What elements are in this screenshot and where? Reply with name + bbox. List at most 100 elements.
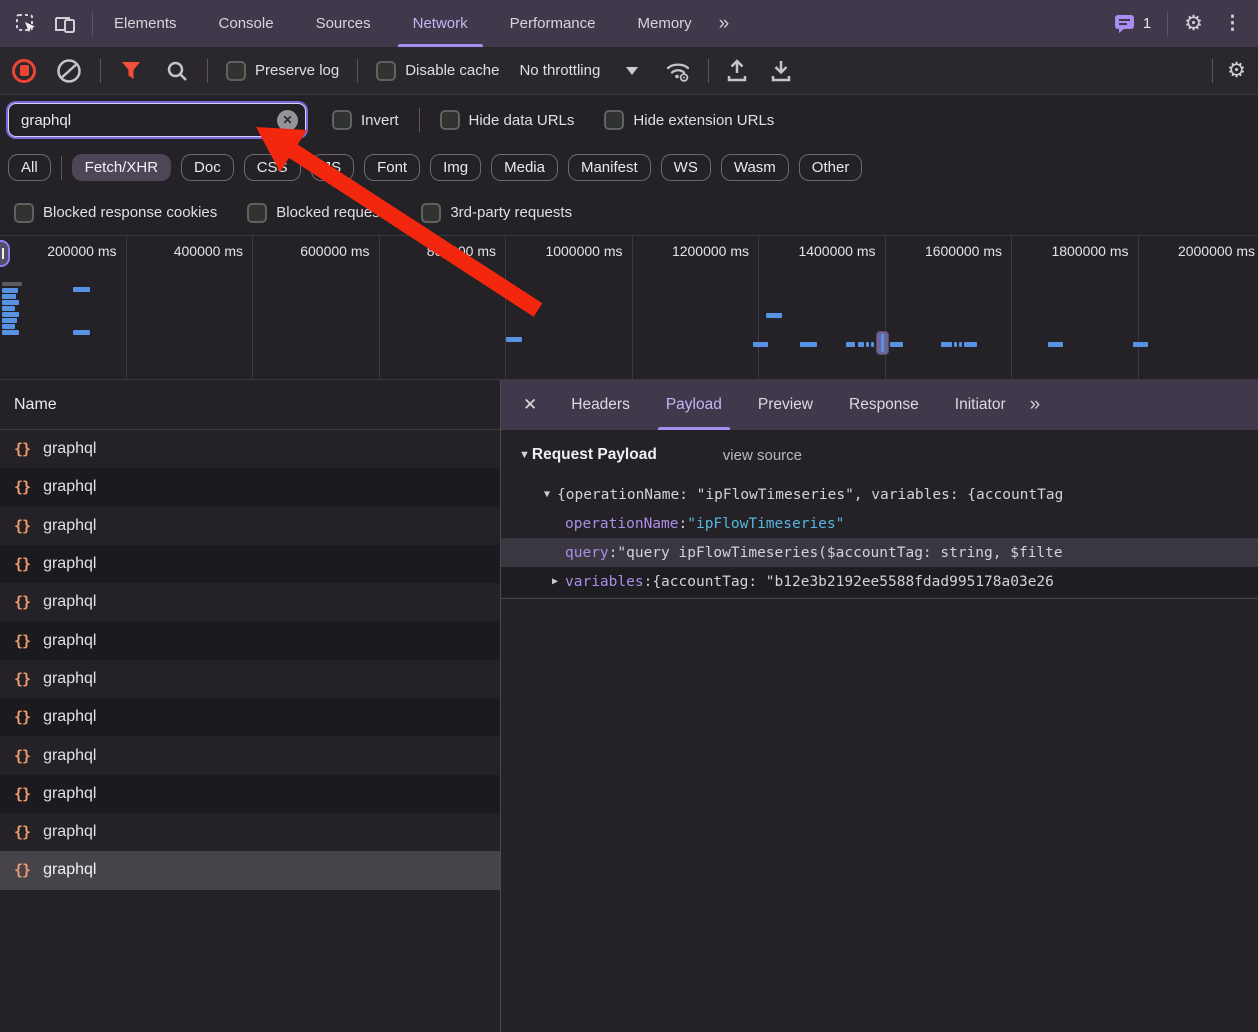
clear-network-log-icon[interactable]: [56, 58, 82, 84]
request-row[interactable]: {}graphql: [0, 736, 500, 774]
type-filter-img[interactable]: Img: [430, 154, 481, 181]
collapsed-triangle-icon[interactable]: ▶: [545, 576, 565, 587]
request-row[interactable]: {}graphql: [0, 660, 500, 698]
type-filter-css[interactable]: CSS: [244, 154, 301, 181]
issues-indicator[interactable]: 1: [1114, 14, 1151, 34]
hide-data-urls-checkbox[interactable]: Hide data URLs: [440, 110, 575, 130]
request-timeline-bar: [866, 342, 869, 347]
preserve-log-checkbox[interactable]: Preserve log: [226, 61, 339, 81]
disable-cache-checkbox[interactable]: Disable cache: [376, 61, 499, 81]
view-source-link[interactable]: view source: [723, 447, 802, 464]
close-detail-icon[interactable]: ✕: [501, 380, 553, 430]
payload-tree-row[interactable]: ▶variables: {accountTag: "b12e3b2192ee55…: [501, 567, 1258, 596]
request-name: graphql: [43, 785, 96, 803]
type-filter-wasm[interactable]: Wasm: [721, 154, 789, 181]
tab-network[interactable]: Network: [392, 0, 489, 47]
network-overview-timeline[interactable]: 200000 ms400000 ms600000 ms800000 ms1000…: [0, 235, 1258, 380]
request-row[interactable]: {}graphql: [0, 775, 500, 813]
blocked-requests-label: Blocked requests: [276, 204, 391, 221]
toggle-device-toolbar-icon[interactable]: [52, 12, 78, 36]
fetch-xhr-icon: {}: [14, 517, 30, 535]
request-row[interactable]: {}graphql: [0, 545, 500, 583]
request-row[interactable]: {}graphql: [0, 621, 500, 659]
network-settings-gear-icon[interactable]: ⚙: [1227, 60, 1246, 81]
more-tabs-icon[interactable]: »: [713, 13, 734, 35]
network-filter-row: ✕ Invert Hide data URLs Hide extension U…: [0, 95, 1258, 145]
tab-performance[interactable]: Performance: [489, 0, 617, 47]
detail-tab-initiator[interactable]: Initiator: [937, 380, 1024, 430]
type-filter-js[interactable]: JS: [311, 154, 355, 181]
payload-tree-row[interactable]: ▼{operationName: "ipFlowTimeseries", var…: [501, 480, 1258, 509]
chevron-down-icon: [626, 67, 638, 75]
third-party-requests-checkbox[interactable]: 3rd-party requests: [421, 203, 572, 223]
divider: [419, 108, 420, 132]
settings-gear-icon[interactable]: ⚙: [1184, 13, 1203, 34]
request-row[interactable]: {}graphql: [0, 583, 500, 621]
request-row[interactable]: {}graphql: [0, 698, 500, 736]
issue-count: 1: [1143, 15, 1151, 32]
hide-extension-urls-checkbox[interactable]: Hide extension URLs: [604, 110, 774, 130]
tab-elements[interactable]: Elements: [93, 0, 198, 47]
type-filter-font[interactable]: Font: [364, 154, 420, 181]
payload-tree-row[interactable]: operationName: "ipFlowTimeseries": [501, 509, 1258, 538]
detail-overflow-tabs-icon[interactable]: »: [1024, 394, 1045, 416]
export-har-icon[interactable]: [769, 58, 793, 84]
detail-tab-headers[interactable]: Headers: [553, 380, 648, 430]
payload-panel: ▼ Request Payload view source ▼{operatio…: [501, 430, 1258, 1032]
inspect-element-icon[interactable]: [14, 12, 38, 36]
filter-funnel-icon[interactable]: [119, 60, 143, 82]
devtools-window: ElementsConsoleSourcesNetworkPerformance…: [0, 0, 1258, 1032]
request-timeline-bar: [2, 300, 19, 305]
tab-console[interactable]: Console: [198, 0, 295, 47]
fetch-xhr-icon: {}: [14, 555, 30, 573]
disable-cache-label: Disable cache: [405, 62, 499, 79]
expanded-triangle-icon[interactable]: ▼: [537, 489, 557, 500]
payload-tree-row[interactable]: query: "query ipFlowTimeseries($accountT…: [501, 538, 1258, 567]
request-detail-pane: ✕ HeadersPayloadPreviewResponseInitiator…: [501, 380, 1258, 1032]
type-filter-other[interactable]: Other: [799, 154, 863, 181]
request-row[interactable]: {}graphql: [0, 507, 500, 545]
fetch-xhr-icon: {}: [14, 478, 30, 496]
divider: [708, 59, 709, 83]
request-timeline-bar: [1048, 342, 1063, 347]
request-timeline-bar: [959, 342, 962, 347]
network-conditions-icon[interactable]: [664, 59, 692, 83]
blocked-requests-checkbox[interactable]: Blocked requests: [247, 203, 391, 223]
divider: [207, 59, 208, 83]
payload-segment-key: query: [565, 545, 609, 561]
type-filter-ws[interactable]: WS: [661, 154, 711, 181]
request-timeline-bar: [2, 318, 17, 323]
request-row[interactable]: {}graphql: [0, 813, 500, 851]
invert-checkbox[interactable]: Invert: [332, 110, 399, 130]
request-row[interactable]: {}graphql: [0, 468, 500, 506]
more-options-kebab-icon[interactable]: ⋮: [1219, 12, 1246, 35]
request-timeline-bar: [890, 342, 903, 347]
payload-segment-key: variables: [565, 574, 644, 590]
throttling-select[interactable]: No throttling: [519, 62, 638, 79]
tab-memory[interactable]: Memory: [617, 0, 713, 47]
type-filter-fetchxhr[interactable]: Fetch/XHR: [72, 154, 171, 181]
tab-sources[interactable]: Sources: [295, 0, 392, 47]
fetch-xhr-icon: {}: [14, 823, 30, 841]
payload-segment-plain: :: [644, 574, 653, 590]
search-icon[interactable]: [165, 59, 189, 83]
detail-tab-preview[interactable]: Preview: [740, 380, 831, 430]
request-row[interactable]: {}graphql: [0, 430, 500, 468]
filter-input[interactable]: [9, 112, 305, 129]
import-har-icon[interactable]: [725, 58, 749, 84]
clear-filter-icon[interactable]: ✕: [277, 110, 298, 131]
record-network-log-button[interactable]: [12, 59, 36, 83]
type-filter-all[interactable]: All: [8, 154, 51, 181]
name-column-header[interactable]: Name: [0, 380, 500, 430]
request-row[interactable]: {}graphql: [0, 851, 500, 889]
advanced-filter-row: Blocked response cookies Blocked request…: [0, 190, 1258, 235]
type-filter-media[interactable]: Media: [491, 154, 558, 181]
type-filter-manifest[interactable]: Manifest: [568, 154, 651, 181]
request-payload-section[interactable]: ▼ Request Payload: [519, 446, 657, 464]
blocked-response-cookies-checkbox[interactable]: Blocked response cookies: [14, 203, 217, 223]
detail-tab-payload[interactable]: Payload: [648, 380, 740, 430]
request-timeline-bar: [73, 330, 90, 335]
request-timeline-bar: [1133, 342, 1148, 347]
detail-tab-response[interactable]: Response: [831, 380, 937, 430]
type-filter-doc[interactable]: Doc: [181, 154, 234, 181]
